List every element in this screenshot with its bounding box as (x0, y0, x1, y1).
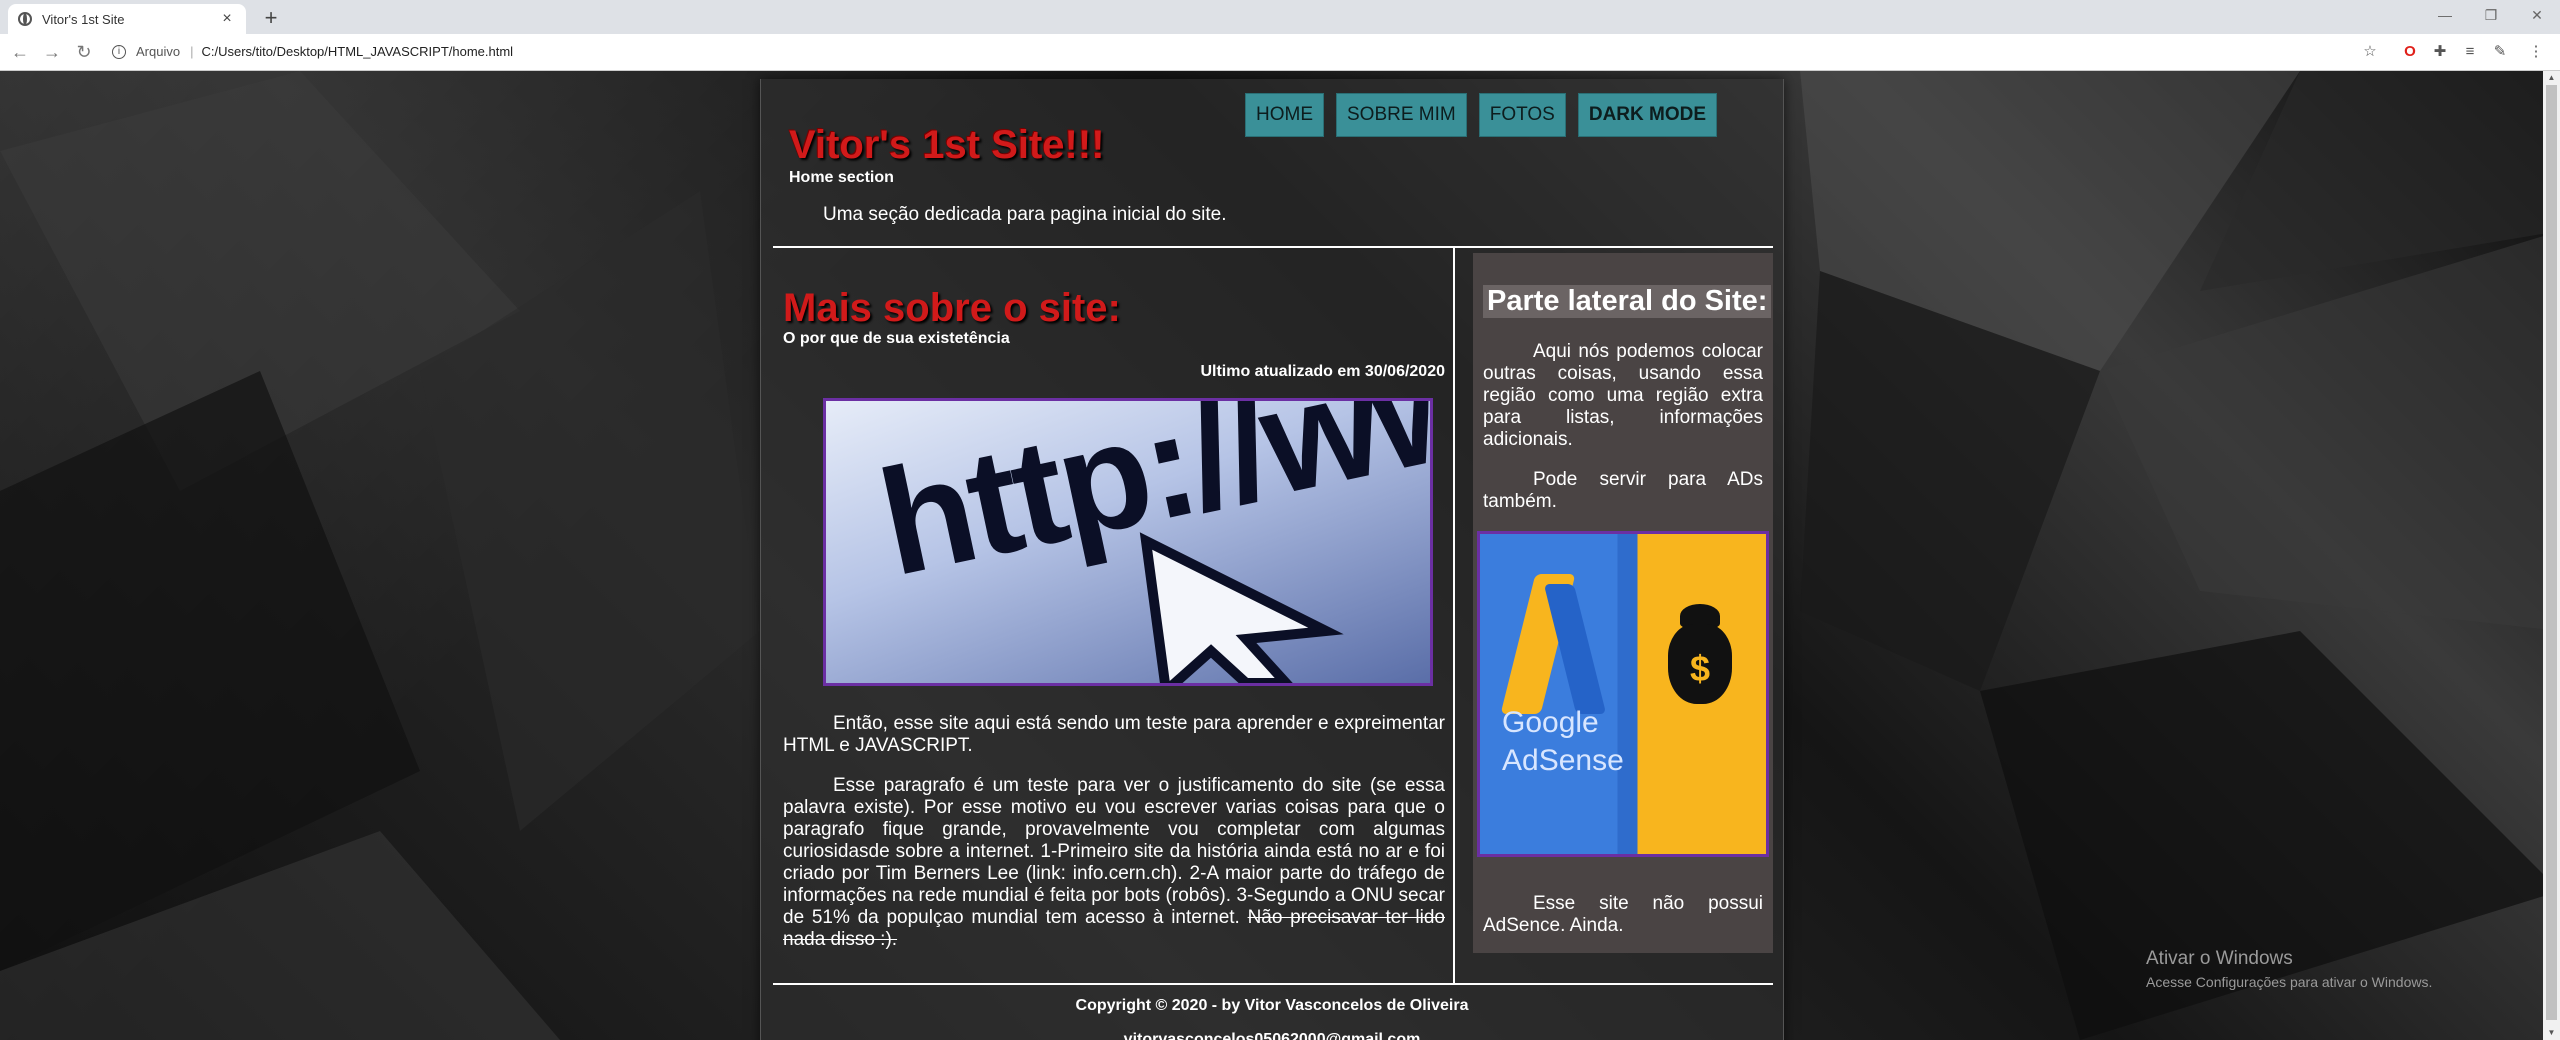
menu-home-link[interactable]: HOME (1245, 93, 1324, 137)
contact-email: vitorvasconcelos05062000@gmail.com (1123, 1031, 1421, 1040)
address-bar: ← → ↻ i Arquivo | C:/Users/tito/Desktop/… (0, 34, 2560, 71)
money-bag-icon: $ (1668, 624, 1732, 704)
url-field[interactable]: i Arquivo | C:/Users/tito/Desktop/HTML_J… (112, 42, 513, 62)
menu-fotos-link[interactable]: FOTOS (1478, 93, 1566, 137)
info-icon[interactable]: i (112, 45, 126, 59)
scroll-down-arrow-icon[interactable]: ▼ (2543, 1026, 2560, 1040)
sidebar-paragraph-1: Aqui nós podemos colocar outras coisas, … (1483, 341, 1763, 450)
scrollbar-thumb[interactable] (2546, 85, 2557, 1020)
extensions-puzzle-icon[interactable]: ✚ (2428, 34, 2452, 70)
browser-tab[interactable]: Vitor's 1st Site × (8, 4, 246, 34)
header-divider (773, 246, 1773, 248)
scheme-label: Arquivo (136, 44, 181, 59)
reading-list-icon[interactable]: ≡ (2458, 34, 2482, 70)
adsense-text-line1: Google (1502, 706, 1599, 739)
copyright-text: Copyright © 2020 - by Vitor Vasconcelos … (1075, 997, 1469, 1014)
footer-divider (773, 983, 1773, 985)
sidebar: Parte lateral do Site: Aqui nós podemos … (1473, 253, 1773, 953)
home-section-label: Home section (789, 169, 894, 186)
browser-tabstrip: Vitor's 1st Site × + — ❐ ✕ (0, 0, 2560, 34)
adsense-text-line2: AdSense (1502, 744, 1624, 777)
site-container: Vitor's 1st Site!!! Home section Uma seç… (760, 79, 1784, 1040)
adsense-image-text: Google AdSense (1502, 704, 1624, 780)
page-scrollbar[interactable]: ▲ ▼ (2543, 71, 2560, 1040)
page-viewport: Vitor's 1st Site!!! Home section Uma seç… (0, 71, 2560, 1040)
restore-button[interactable]: ❐ (2468, 0, 2514, 30)
main-title: Mais sobre o site: (783, 286, 1121, 330)
main-subtitle: O por que de sua existetência (783, 330, 1010, 347)
window-controls: — ❐ ✕ (2422, 0, 2560, 30)
scroll-up-arrow-icon[interactable]: ▲ (2543, 71, 2560, 85)
reload-icon[interactable]: ↻ (72, 34, 96, 70)
menu-sobre-mim-link[interactable]: SOBRE MIM (1336, 93, 1467, 137)
google-adsense-image: Google AdSense $ (1477, 531, 1769, 857)
sidebar-paragraph-3: Esse site não possui AdSence. Ainda. (1483, 893, 1763, 936)
url-separator: | (190, 44, 194, 59)
bookmark-star-icon[interactable]: ☆ (2358, 34, 2382, 70)
activation-title: Ativar o Windows (2146, 948, 2293, 969)
broom-icon[interactable]: ✎ (2488, 34, 2512, 70)
sidebar-paragraph-2: Pode servir para ADs também. (1483, 469, 1763, 512)
minimize-button[interactable]: — (2422, 0, 2468, 30)
activation-subtitle: Acesse Configurações para ativar o Windo… (2146, 974, 2433, 990)
opera-extension-icon[interactable]: O (2398, 34, 2422, 70)
sidebar-title: Parte lateral do Site: (1483, 285, 1772, 318)
globe-icon (18, 12, 32, 26)
close-tab-icon[interactable]: × (218, 10, 236, 28)
back-arrow-icon[interactable]: ← (8, 34, 32, 70)
menu-kebab-icon[interactable]: ⋮ (2524, 34, 2548, 70)
windows-activation-watermark: Ativar o Windows Acesse Configurações pa… (2146, 948, 2432, 990)
tab-title: Vitor's 1st Site (42, 11, 125, 27)
new-tab-button[interactable]: + (258, 5, 284, 31)
main-paragraph-1: Então, esse site aqui está sendo um test… (783, 713, 1445, 756)
forward-arrow-icon[interactable]: → (40, 34, 64, 70)
column-divider (1453, 248, 1455, 983)
home-description: Uma seção dedicada para pagina inicial d… (823, 204, 1227, 225)
url-text[interactable]: C:/Users/tito/Desktop/HTML_JAVASCRIPT/ho… (201, 42, 513, 62)
http-hero-image: http://ww (823, 398, 1433, 686)
main-paragraph-2: Esse paragrafo é um teste para ver o jus… (783, 775, 1445, 951)
main-paragraph-2-text: Esse paragrafo é um teste para ver o jus… (783, 775, 1445, 928)
main-menu: HOME SOBRE MIM FOTOS DARK MODE (1245, 93, 1718, 137)
dark-mode-button[interactable]: DARK MODE (1577, 93, 1718, 137)
site-title: Vitor's 1st Site!!! (789, 123, 1105, 167)
close-window-button[interactable]: ✕ (2514, 0, 2560, 30)
cursor-arrow-icon (1139, 532, 1344, 683)
last-updated: Ultimo atualizado em 30/06/2020 (1200, 363, 1445, 380)
